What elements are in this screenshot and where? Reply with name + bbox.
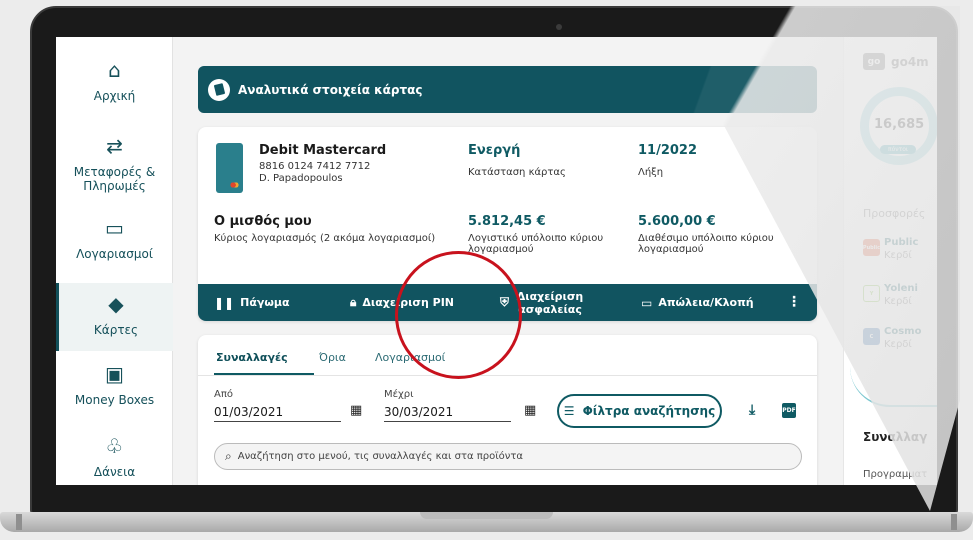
ledger-balance-value: 5.812,45 € xyxy=(468,214,546,229)
card-thumbnail xyxy=(216,143,243,193)
sidebar-item-accounts[interactable]: ▭ Λογαριασμοί xyxy=(56,217,173,261)
sidebar-item-money-boxes[interactable]: ▣ Money Boxes xyxy=(56,363,173,407)
calendar-icon[interactable]: ▦ xyxy=(350,403,362,418)
camera-dot xyxy=(556,24,562,30)
offer-title: Public xyxy=(884,237,919,248)
to-date-label: Μέχρι xyxy=(384,389,414,400)
search-input[interactable]: ⌕ Αναζήτηση στο μενού, τις συναλλαγές κα… xyxy=(214,443,802,470)
points-value: 16,685 xyxy=(874,117,925,132)
sidebar: ⌂ Αρχική ⇄ Μεταφορές & Πληρωμές ▭ Λογαρι… xyxy=(56,37,173,485)
card-expiry-value: 11/2022 xyxy=(638,143,698,158)
home-icon: ⌂ xyxy=(108,58,121,82)
offer-item[interactable]: Y Yoleni Κερδί xyxy=(863,283,937,311)
sidebar-item-cards[interactable]: ◆ Κάρτες xyxy=(56,283,173,351)
app-screen: ⌂ Αρχική ⇄ Μεταφορές & Πληρωμές ▭ Λογαρι… xyxy=(56,37,937,485)
card-expiry-label: Λήξη xyxy=(638,167,664,178)
offer-subtitle: Κερδί xyxy=(884,296,912,307)
sidebar-item-label: Κάρτες xyxy=(93,323,139,337)
offer-item[interactable]: Public Public Κερδί xyxy=(863,237,937,265)
transactions-panel: Συναλλαγές Όρια Λογαριασμοί Από 01/03/20… xyxy=(198,335,817,485)
offer-item[interactable]: C Cosmo Κερδί xyxy=(863,326,937,354)
freeze-card-button[interactable]: ❚❚ Πάγωμα xyxy=(214,284,290,321)
main-content: Αναλυτικά στοιχεία κάρτας Debit Masterca… xyxy=(174,37,842,485)
page-title: Αναλυτικά στοιχεία κάρτας xyxy=(238,82,423,97)
loan-icon: ♧ xyxy=(105,434,124,458)
sidebar-item-loans[interactable]: ♧ Δάνεια xyxy=(56,435,173,479)
cosmote-logo: C xyxy=(863,328,880,345)
card-icon xyxy=(208,78,230,101)
tab-transactions[interactable]: Συναλλαγές xyxy=(216,351,288,364)
card-number: 8816 0124 7412 7712 xyxy=(259,161,371,172)
laptop-hinge-left xyxy=(16,514,22,530)
available-balance-label: Διαθέσιμο υπόλοιπο κύριου λογαριασμού xyxy=(638,233,774,255)
search-filters-button[interactable]: ☰ Φίλτρα αναζήτησης xyxy=(557,394,722,428)
from-date-label: Από xyxy=(214,389,233,400)
sidebar-item-label: Δάνεια xyxy=(93,465,136,479)
lock-icon: 🔒︎ xyxy=(350,295,357,309)
freeze-label: Πάγωμα xyxy=(240,296,290,309)
section-subtitle: Προγραμματ xyxy=(863,469,928,480)
sidebar-item-transfers[interactable]: ⇄ Μεταφορές & Πληρωμές xyxy=(56,135,173,193)
filter-button-label: Φίλτρα αναζήτησης xyxy=(582,404,716,418)
go4more-title: go4m xyxy=(891,55,929,69)
header-decoration xyxy=(627,66,817,113)
sidebar-item-home[interactable]: ⌂ Αρχική xyxy=(56,59,173,103)
card-status-value: Ενεργή xyxy=(468,143,521,158)
right-panel: go go4m 16,685 πόντοι Προσφορές Public P… xyxy=(843,37,937,485)
lost-stolen-button[interactable]: ▭ Απώλεια/Κλοπή xyxy=(641,284,754,321)
search-icon: ⌕ xyxy=(225,449,232,463)
to-date-field[interactable]: 30/03/2021 xyxy=(384,405,511,422)
pause-icon: ❚❚ xyxy=(214,295,235,310)
from-date-field[interactable]: 01/03/2021 xyxy=(214,405,341,422)
pdf-icon[interactable]: PDF xyxy=(782,403,796,418)
offer-title: Cosmo xyxy=(884,326,922,337)
sidebar-item-label: Αρχική xyxy=(93,89,136,103)
card-holder: D. Papadopoulos xyxy=(259,173,343,184)
available-balance-value: 5.600,00 € xyxy=(638,214,716,229)
card-name: Debit Mastercard xyxy=(259,143,387,158)
card-details-header: Αναλυτικά στοιχεία κάρτας xyxy=(198,66,817,113)
sidebar-item-label: Λογαριασμοί xyxy=(76,247,153,261)
manage-security-label: Διαχείριση ασφαλείας xyxy=(516,289,584,316)
pdf-label: PDF xyxy=(782,407,796,414)
more-options-icon[interactable]: ⋮ xyxy=(787,294,801,310)
account-description: Κύριος λογαριασμός (2 ακόμα λογαριασμοί) xyxy=(214,233,436,244)
yoleni-logo: Y xyxy=(863,285,880,302)
lost-stolen-label: Απώλεια/Κλοπή xyxy=(658,296,754,309)
points-tag: πόντοι xyxy=(880,145,916,154)
tab-divider xyxy=(198,375,817,376)
download-icon[interactable]: ⤓ xyxy=(749,402,755,418)
sidebar-item-label: Money Boxes xyxy=(74,393,155,407)
wallet-icon: ▭ xyxy=(105,216,124,240)
card-outline-icon: ▭ xyxy=(641,295,653,310)
laptop-hinge-right xyxy=(951,514,957,530)
calendar-icon[interactable]: ▦ xyxy=(524,403,536,418)
transfer-icon: ⇄ xyxy=(106,134,123,158)
panel-divider-curve xyxy=(850,367,937,407)
go4more-logo: go xyxy=(863,53,885,70)
money-box-icon: ▣ xyxy=(105,362,124,386)
highlight-circle xyxy=(395,251,522,379)
search-placeholder: Αναζήτηση στο μενού, τις συναλλαγές και … xyxy=(237,451,523,462)
active-tab-indicator xyxy=(214,373,314,375)
offer-title: Yoleni xyxy=(884,283,918,294)
offers-label: Προσφορές xyxy=(863,207,926,220)
public-logo: Public xyxy=(863,239,880,256)
laptop-notch xyxy=(420,512,553,519)
tab-limits[interactable]: Όρια xyxy=(319,351,346,364)
account-name: Ο μισθός μου xyxy=(214,214,312,229)
offer-subtitle: Κερδί xyxy=(884,250,912,261)
card-status-label: Κατάσταση κάρτας xyxy=(468,167,566,178)
card-icon: ◆ xyxy=(108,292,124,316)
sidebar-item-label: Μεταφορές & Πληρωμές xyxy=(73,165,156,193)
filter-icon: ☰ xyxy=(563,404,575,418)
section-title: Συναλλαγ xyxy=(863,430,928,444)
offer-subtitle: Κερδί xyxy=(884,339,912,350)
ledger-balance-label: Λογιστικό υπόλοιπο κύριου λογαριασμού xyxy=(468,233,604,255)
